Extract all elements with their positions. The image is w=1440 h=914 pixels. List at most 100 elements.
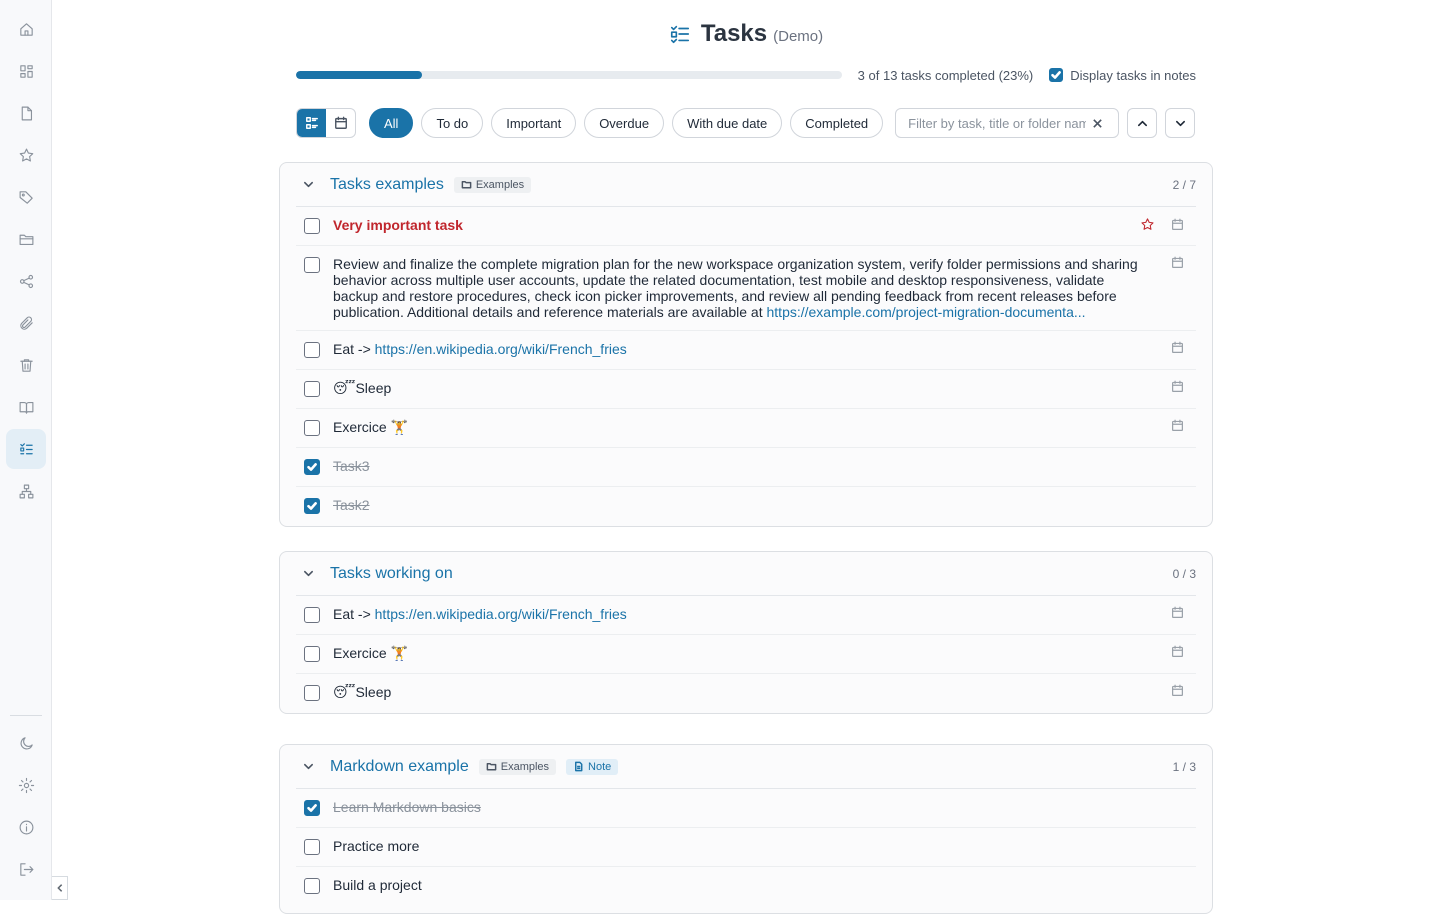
task-text[interactable]: Eat -> https://en.wikipedia.org/wiki/Fre… — [333, 341, 1151, 357]
tasks-icon[interactable] — [6, 429, 46, 469]
task-row: Very important task — [296, 207, 1196, 246]
chevron-down-icon[interactable] — [296, 173, 320, 197]
filter-completed[interactable]: Completed — [790, 108, 884, 138]
task-row: Learn Markdown basics — [296, 789, 1196, 828]
folder-icon[interactable] — [6, 219, 46, 259]
task-text[interactable]: Task3 — [333, 458, 1196, 474]
task-row: Review and finalize the complete migrati… — [296, 246, 1196, 331]
task-checkbox[interactable] — [304, 800, 320, 816]
task-checkbox[interactable] — [304, 839, 320, 855]
due-date-calendar-icon[interactable] — [1171, 380, 1184, 393]
task-text[interactable]: Practice more — [333, 838, 1196, 854]
search-input[interactable] — [908, 115, 1087, 131]
task-text[interactable]: Build a project — [333, 877, 1196, 893]
book-icon[interactable] — [6, 387, 46, 427]
task-text[interactable]: Task2 — [333, 497, 1196, 513]
chevron-down-icon[interactable] — [296, 755, 320, 779]
due-date-calendar-icon[interactable] — [1171, 645, 1184, 658]
filter-important[interactable]: Important — [491, 108, 577, 138]
note-tag-label: Note — [588, 760, 612, 773]
note-icon[interactable] — [6, 93, 46, 133]
task-group-header[interactable]: Markdown example Examples Note 1 / 3 — [296, 745, 1196, 789]
due-date-calendar-icon[interactable] — [1171, 419, 1184, 432]
due-date-calendar-icon[interactable] — [1171, 684, 1184, 697]
task-text[interactable]: Exercice 🏋 — [333, 419, 1151, 435]
hierarchy-icon[interactable] — [6, 471, 46, 511]
task-checkbox[interactable] — [304, 646, 320, 662]
task-text[interactable]: Exercice 🏋 — [333, 645, 1151, 661]
task-checkbox[interactable] — [304, 498, 320, 514]
expand-all-button[interactable] — [1165, 108, 1196, 138]
info-icon[interactable] — [6, 807, 46, 847]
task-text[interactable]: Eat -> https://en.wikipedia.org/wiki/Fre… — [333, 606, 1151, 622]
task-group-card: Tasks examples Examples 2 / 7 Very impor… — [279, 162, 1213, 527]
dashboard-icon[interactable] — [6, 51, 46, 91]
task-checkbox[interactable] — [304, 257, 320, 273]
task-text[interactable]: Very important task — [333, 217, 1120, 233]
folder-tag[interactable]: Examples — [478, 758, 557, 775]
task-group-title[interactable]: Tasks examples — [330, 176, 444, 194]
logout-icon[interactable] — [6, 849, 46, 889]
chevron-down-icon — [1175, 120, 1185, 126]
task-checkbox[interactable] — [304, 878, 320, 894]
check-icon — [1051, 71, 1062, 79]
home-icon[interactable] — [6, 9, 46, 49]
due-date-calendar-icon[interactable] — [1171, 606, 1184, 619]
display-tasks-checkbox[interactable] — [1049, 68, 1064, 82]
important-star-icon[interactable] — [1140, 217, 1155, 232]
task-group-title[interactable]: Tasks working on — [330, 565, 453, 583]
filter-to-do[interactable]: To do — [421, 108, 484, 138]
note-tag[interactable]: Note — [566, 758, 619, 775]
task-group-header[interactable]: Tasks working on 0 / 3 — [296, 552, 1196, 596]
calendar-view-button[interactable] — [326, 109, 355, 137]
attachment-icon[interactable] — [6, 303, 46, 343]
task-checkbox[interactable] — [304, 420, 320, 436]
filter-overdue[interactable]: Overdue — [584, 108, 665, 138]
settings-icon[interactable] — [6, 765, 46, 805]
display-tasks-toggle[interactable]: Display tasks in notes — [1049, 68, 1196, 83]
task-text[interactable]: Learn Markdown basics — [333, 799, 1196, 815]
view-toggle — [296, 108, 356, 138]
filter-row: All To do Important Overdue With due dat… — [296, 108, 1196, 138]
task-group-card: Tasks working on 0 / 3 Eat -> https://en… — [279, 551, 1213, 714]
folder-tag-label: Examples — [475, 178, 525, 191]
task-checkbox[interactable] — [304, 218, 320, 234]
task-group-header[interactable]: Tasks examples Examples 2 / 7 — [296, 163, 1196, 207]
tag-icon[interactable] — [6, 177, 46, 217]
task-text[interactable]: Review and finalize the complete migrati… — [333, 256, 1151, 320]
close-icon[interactable] — [1092, 118, 1103, 129]
task-checkbox[interactable] — [304, 685, 320, 701]
check-icon — [307, 463, 317, 471]
collapse-sidebar-button[interactable] — [52, 876, 68, 900]
task-checkbox[interactable] — [304, 459, 320, 475]
task-link[interactable]: https://en.wikipedia.org/wiki/French_fri… — [375, 606, 627, 622]
filter-all[interactable]: All — [369, 108, 414, 138]
chevron-up-icon — [1137, 120, 1147, 126]
folder-tag[interactable]: Examples — [453, 176, 532, 193]
moon-icon[interactable] — [6, 723, 46, 763]
list-view-button[interactable] — [297, 109, 326, 137]
share-icon[interactable] — [6, 261, 46, 301]
task-link[interactable]: https://example.com/project-migration-do… — [767, 304, 1086, 320]
star-icon[interactable] — [6, 135, 46, 175]
collapse-all-button[interactable] — [1127, 108, 1158, 138]
task-group-title[interactable]: Markdown example — [330, 758, 469, 776]
chevron-down-icon[interactable] — [296, 562, 320, 586]
task-row: Eat -> https://en.wikipedia.org/wiki/Fre… — [296, 596, 1196, 635]
due-date-calendar-icon[interactable] — [1171, 218, 1184, 231]
list-view-icon — [305, 117, 318, 129]
task-checkbox[interactable] — [304, 607, 320, 623]
task-row: Practice more — [296, 828, 1196, 867]
trash-icon[interactable] — [6, 345, 46, 385]
filter-with-due-date[interactable]: With due date — [672, 108, 783, 138]
due-date-calendar-icon[interactable] — [1171, 256, 1184, 269]
task-row: 😴Sleep — [296, 370, 1196, 409]
task-checkbox[interactable] — [304, 381, 320, 397]
task-text[interactable]: 😴Sleep — [333, 684, 1151, 700]
task-checkbox[interactable] — [304, 342, 320, 358]
page-title: Tasks — [700, 20, 768, 47]
due-date-calendar-icon[interactable] — [1171, 341, 1184, 354]
task-text[interactable]: 😴Sleep — [333, 380, 1151, 396]
task-link[interactable]: https://en.wikipedia.org/wiki/French_fri… — [375, 341, 627, 357]
task-row: Task3 — [296, 448, 1196, 487]
